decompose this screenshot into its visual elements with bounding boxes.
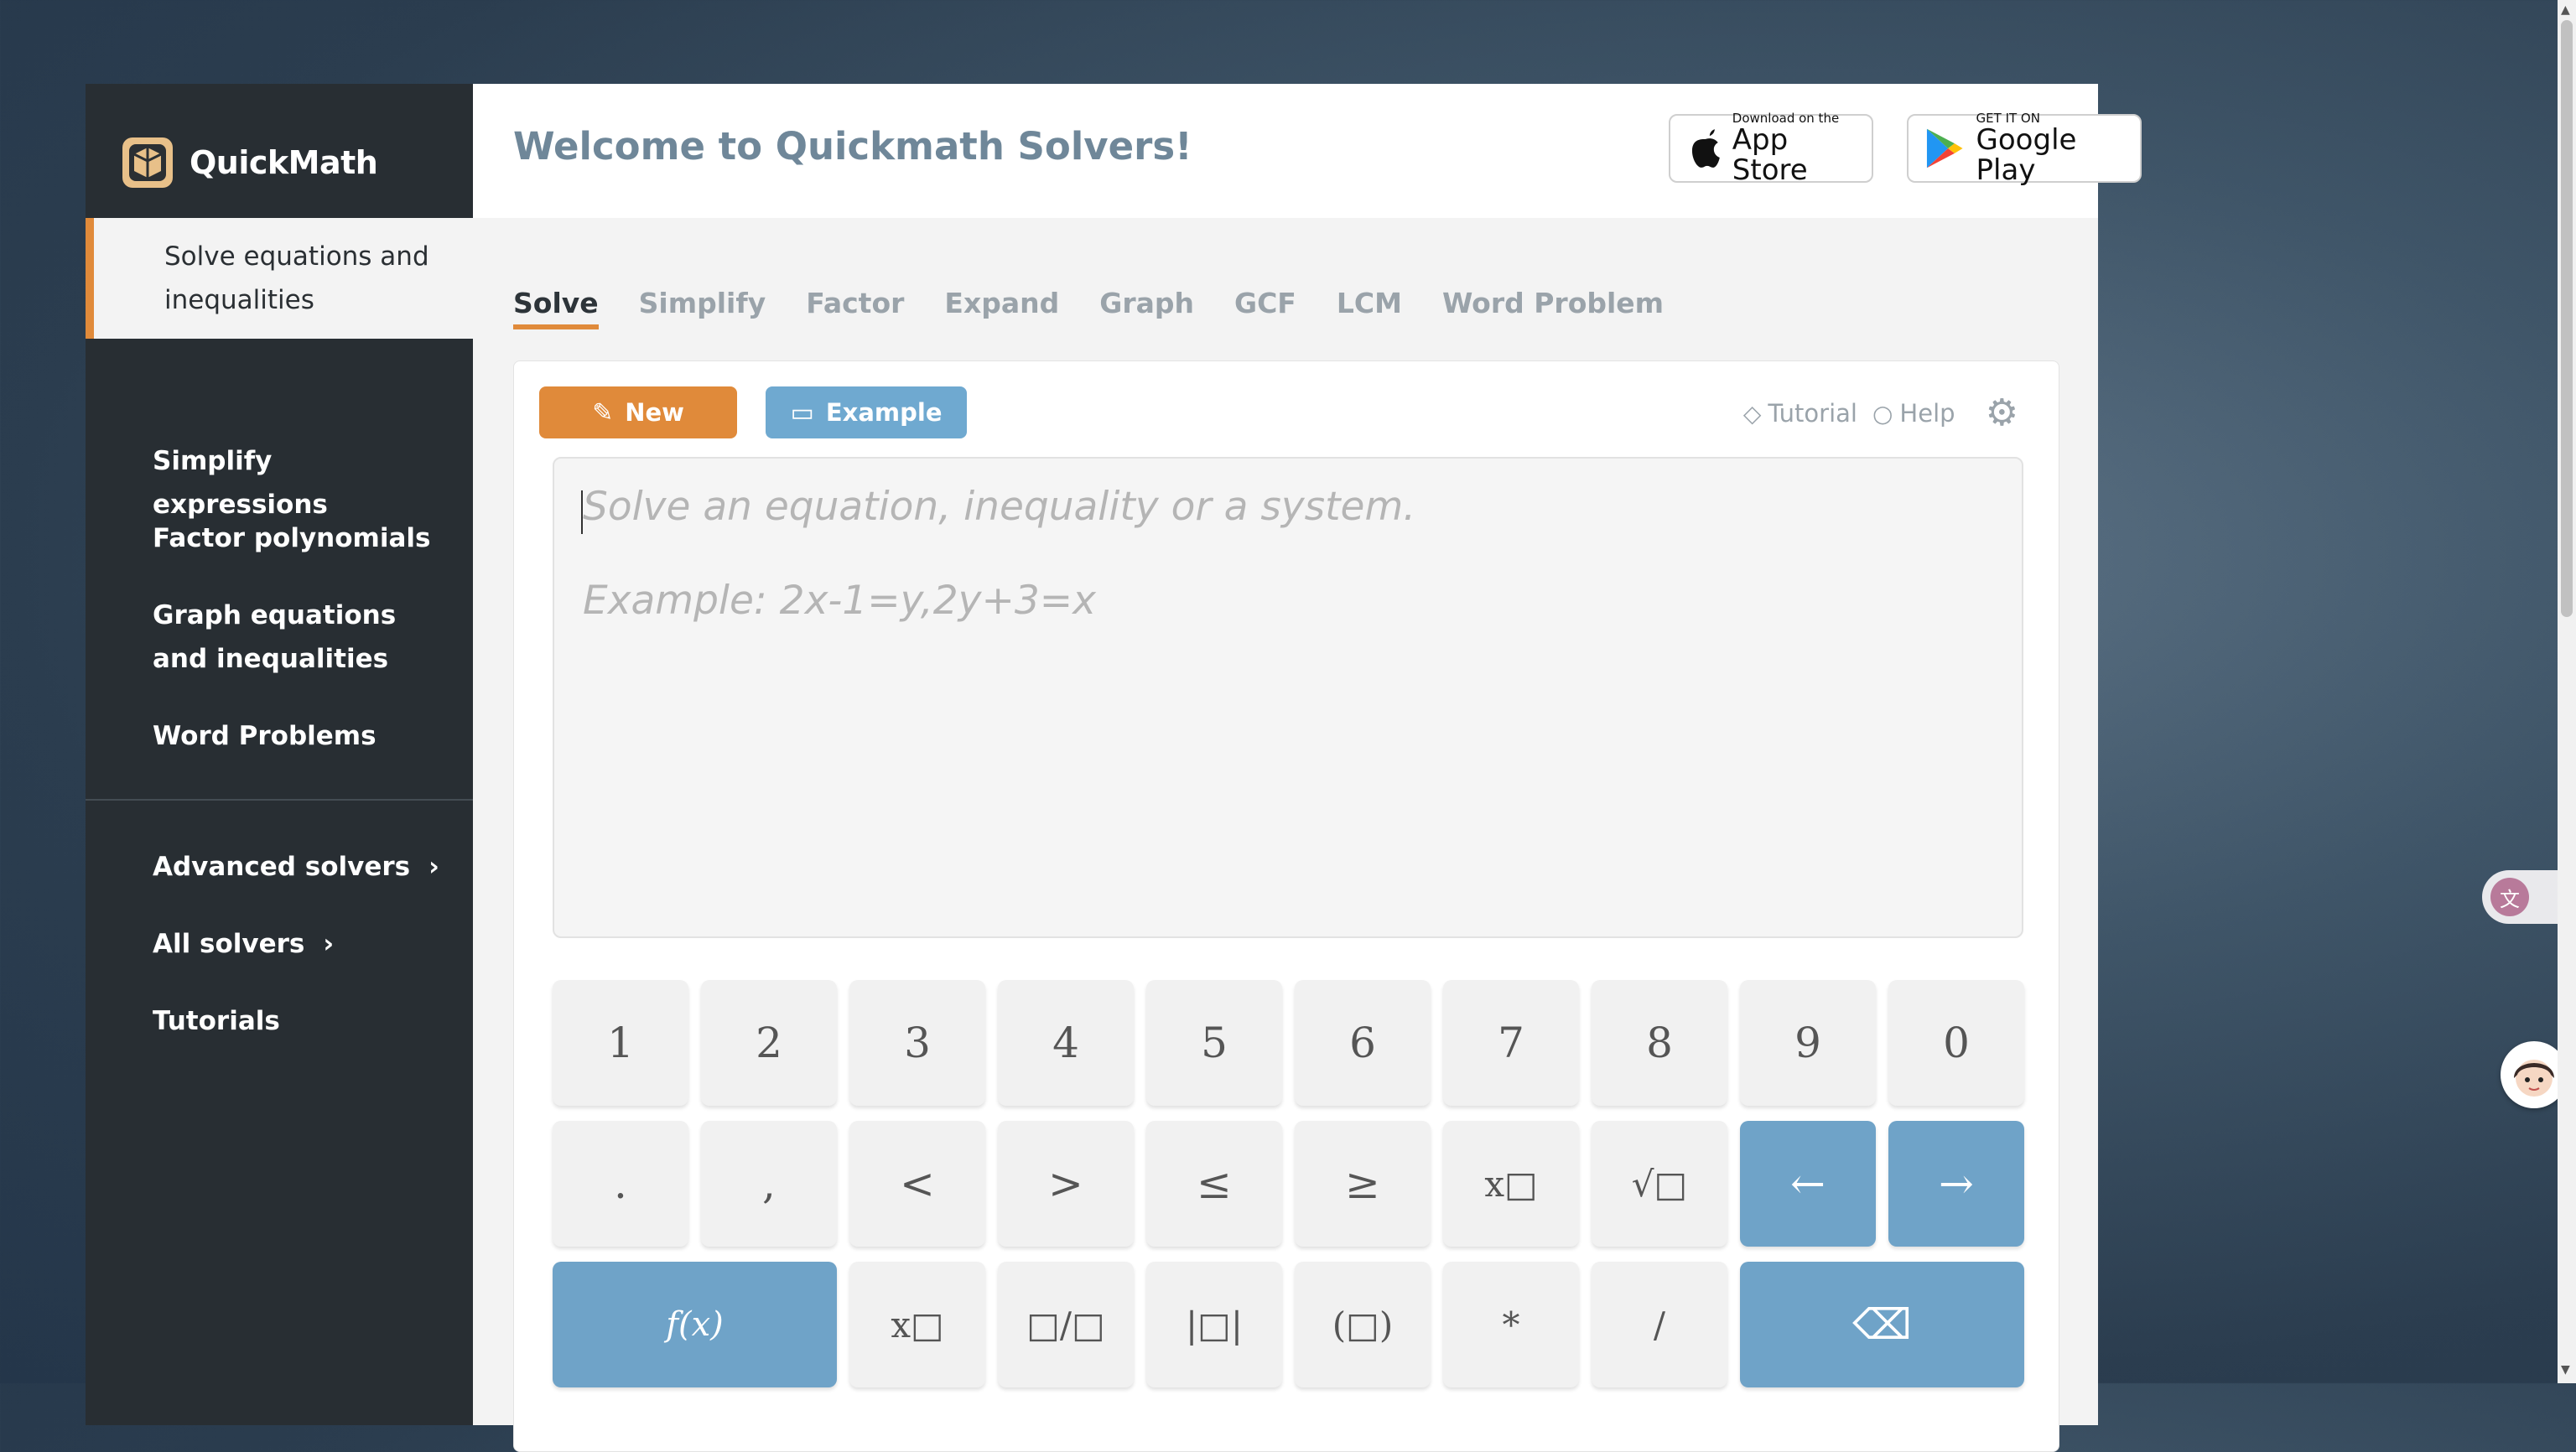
key-8[interactable]: 8 bbox=[1592, 980, 1727, 1106]
tab-word-problem[interactable]: Word Problem bbox=[1442, 287, 1664, 329]
backspace-button[interactable]: ⌫ bbox=[1740, 1262, 2024, 1387]
sidebar-item-factor[interactable]: Factor polynomials bbox=[153, 516, 454, 560]
tab-expand[interactable]: Expand bbox=[944, 287, 1059, 329]
sidebar-divider bbox=[86, 799, 473, 801]
key-function[interactable]: f(x) bbox=[553, 1262, 837, 1387]
lightbulb-icon: ○ bbox=[1872, 399, 1893, 428]
backspace-icon: ⌫ bbox=[1852, 1300, 1912, 1349]
key-greater-equal[interactable]: ≥ bbox=[1295, 1121, 1431, 1247]
key-absolute[interactable]: |□| bbox=[1146, 1262, 1282, 1387]
tab-simplify[interactable]: Simplify bbox=[639, 287, 766, 329]
tab-graph[interactable]: Graph bbox=[1099, 287, 1194, 329]
key-greater-than[interactable]: > bbox=[998, 1121, 1134, 1247]
scroll-down-arrow[interactable]: ▼ bbox=[2561, 1363, 2570, 1377]
new-button-label: New bbox=[625, 398, 684, 427]
arrow-left-icon: ← bbox=[1790, 1159, 1826, 1208]
quickmath-logo-icon bbox=[122, 137, 173, 188]
key-decimal[interactable]: . bbox=[553, 1121, 688, 1247]
key-less-than[interactable]: < bbox=[849, 1121, 985, 1247]
brand-name: QuickMath bbox=[190, 144, 378, 181]
key-fraction[interactable]: □/□ bbox=[998, 1262, 1134, 1387]
google-play-icon bbox=[1926, 128, 1963, 169]
key-multiply[interactable]: * bbox=[1443, 1262, 1579, 1387]
scroll-up-arrow[interactable]: ▲ bbox=[2561, 3, 2570, 17]
tutorial-link[interactable]: Tutorial bbox=[1768, 399, 1857, 428]
chevron-right-icon: › bbox=[428, 852, 439, 882]
cursor-right-button[interactable]: → bbox=[1888, 1121, 2024, 1247]
google-play-button[interactable]: GET IT ON Google Play bbox=[1907, 111, 2142, 187]
sidebar-item-label: All solvers bbox=[153, 929, 305, 959]
page: QuickMath Solve equations and inequaliti… bbox=[86, 84, 2142, 1452]
equation-input[interactable]: Solve an equation, inequality or a syste… bbox=[553, 457, 2023, 938]
key-power[interactable]: x□ bbox=[1443, 1121, 1579, 1247]
solver-tabs: Solve Simplify Factor Expand Graph GCF L… bbox=[513, 287, 1704, 329]
book-icon: ▭ bbox=[790, 397, 814, 428]
key-comma[interactable]: , bbox=[701, 1121, 837, 1247]
cursor-left-button[interactable]: ← bbox=[1740, 1121, 1876, 1247]
tab-solve[interactable]: Solve bbox=[513, 287, 599, 329]
chevron-right-icon: › bbox=[323, 929, 335, 959]
app-store-big: App Store bbox=[1732, 123, 1808, 187]
sidebar-item-tutorials[interactable]: Tutorials bbox=[153, 999, 454, 1043]
key-parentheses[interactable]: (□) bbox=[1295, 1262, 1431, 1387]
placeholder-example: Example: 2x-1=y,2y+3=x bbox=[583, 578, 1096, 624]
key-divide[interactable]: / bbox=[1592, 1262, 1727, 1387]
sidebar-item-label: Solve equations and inequalities bbox=[164, 241, 429, 315]
sidebar-item-solve[interactable]: Solve equations and inequalities bbox=[86, 218, 473, 339]
arrow-right-icon: → bbox=[1939, 1159, 1974, 1208]
key-0[interactable]: 0 bbox=[1888, 980, 2024, 1106]
help-link[interactable]: Help bbox=[1899, 399, 1955, 428]
sidebar-item-word-problems[interactable]: Word Problems bbox=[153, 714, 454, 758]
gear-icon[interactable]: ⚙ bbox=[1986, 395, 2018, 432]
apple-icon bbox=[1691, 129, 1720, 168]
sidebar-item-simplify[interactable]: Simplify expressions bbox=[153, 439, 454, 526]
pencil-icon: ✎ bbox=[592, 397, 614, 428]
sidebar-item-advanced-solvers[interactable]: Advanced solvers › bbox=[153, 845, 454, 889]
sidebar-item-all-solvers[interactable]: All solvers › bbox=[153, 922, 454, 966]
key-1[interactable]: 1 bbox=[553, 980, 688, 1106]
example-button-label: Example bbox=[825, 398, 943, 427]
key-2[interactable]: 2 bbox=[701, 980, 837, 1106]
key-sqrt[interactable]: √□ bbox=[1592, 1121, 1727, 1247]
key-4[interactable]: 4 bbox=[998, 980, 1134, 1106]
page-title: Welcome to Quickmath Solvers! bbox=[513, 124, 1192, 169]
key-6[interactable]: 6 bbox=[1295, 980, 1431, 1106]
key-9[interactable]: 9 bbox=[1740, 980, 1876, 1106]
header: Welcome to Quickmath Solvers! Download o… bbox=[473, 84, 2142, 218]
translate-icon: 文 bbox=[2490, 878, 2529, 916]
placeholder-text: Solve an equation, inequality or a syste… bbox=[583, 484, 1416, 530]
key-less-equal[interactable]: ≤ bbox=[1146, 1121, 1282, 1247]
main-content: Welcome to Quickmath Solvers! Download o… bbox=[473, 84, 2142, 1452]
sidebar: QuickMath Solve equations and inequaliti… bbox=[86, 84, 473, 1425]
key-5[interactable]: 5 bbox=[1146, 980, 1282, 1106]
tab-gcf[interactable]: GCF bbox=[1234, 287, 1296, 329]
page-scrollbar[interactable]: ▲ ▼ bbox=[2558, 0, 2576, 1383]
sidebar-item-graph[interactable]: Graph equations and inequalities bbox=[153, 594, 438, 681]
solver-card: ✎ New ▭ Example ◇ Tutorial ○ Help ⚙ Solv… bbox=[513, 360, 2059, 1452]
translate-widget[interactable]: 文 bbox=[2482, 870, 2559, 924]
logo[interactable]: QuickMath bbox=[117, 132, 378, 193]
new-button[interactable]: ✎ New bbox=[539, 386, 737, 438]
app-store-button[interactable]: Download on the App Store bbox=[1669, 111, 1873, 187]
tab-lcm[interactable]: LCM bbox=[1337, 287, 1402, 329]
key-7[interactable]: 7 bbox=[1443, 980, 1579, 1106]
example-button[interactable]: ▭ Example bbox=[766, 386, 967, 438]
graduation-cap-icon: ◇ bbox=[1742, 399, 1762, 428]
key-subscript[interactable]: x□ bbox=[849, 1262, 985, 1387]
google-play-big: Google Play bbox=[1976, 123, 2077, 187]
sidebar-item-label: Advanced solvers bbox=[153, 852, 411, 882]
tab-factor[interactable]: Factor bbox=[806, 287, 904, 329]
scrollbar-thumb[interactable] bbox=[2561, 20, 2573, 617]
editor-tools: ◇ Tutorial ○ Help ⚙ bbox=[1743, 395, 2018, 432]
key-3[interactable]: 3 bbox=[849, 980, 985, 1106]
